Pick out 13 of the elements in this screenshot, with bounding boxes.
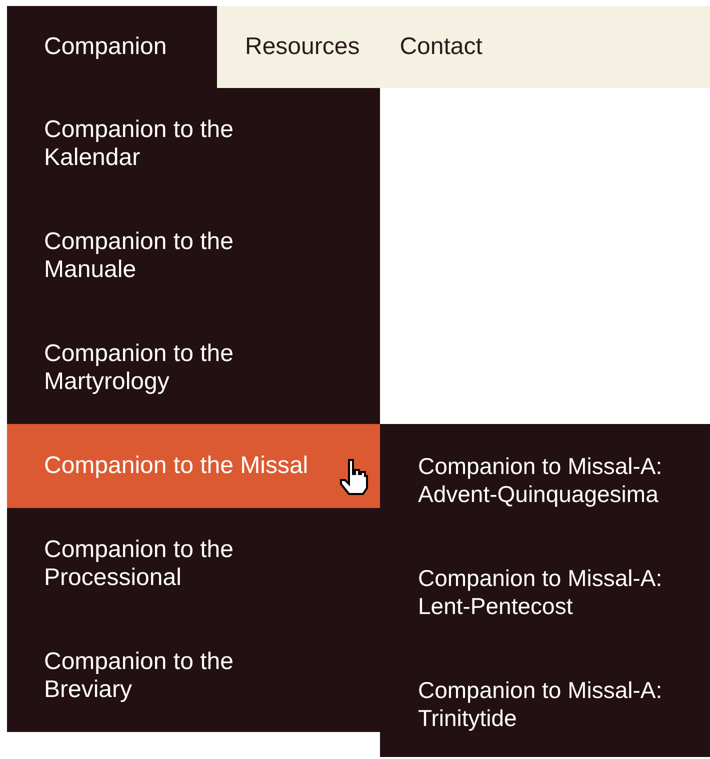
submenu-item[interactable]: Companion to Missal-A: Advent-Quinquagesima — [380, 424, 710, 536]
menu-item[interactable]: Companion to the Breviary — [7, 620, 380, 732]
menu-item[interactable]: Companion to the Missal — [7, 424, 380, 508]
menu-item[interactable]: Companion to the Martyrology — [7, 312, 380, 424]
nav-tab[interactable]: Companion — [7, 6, 217, 88]
menu-item[interactable]: Companion to the Kalendar — [7, 88, 380, 200]
menu-item[interactable]: Companion to the Processional — [7, 508, 380, 620]
submenu-item[interactable]: Companion to Missal-A: Lent-Pentecost — [380, 536, 710, 648]
submenu-item[interactable]: Companion to Missal-A: Trinitytide — [380, 648, 710, 759]
pointer-hand-icon — [339, 458, 371, 498]
nav-tab[interactable]: Resources — [217, 6, 380, 88]
menu-item[interactable]: Companion to the Manuale — [7, 200, 380, 312]
nav-tab[interactable]: Contact — [380, 6, 502, 88]
